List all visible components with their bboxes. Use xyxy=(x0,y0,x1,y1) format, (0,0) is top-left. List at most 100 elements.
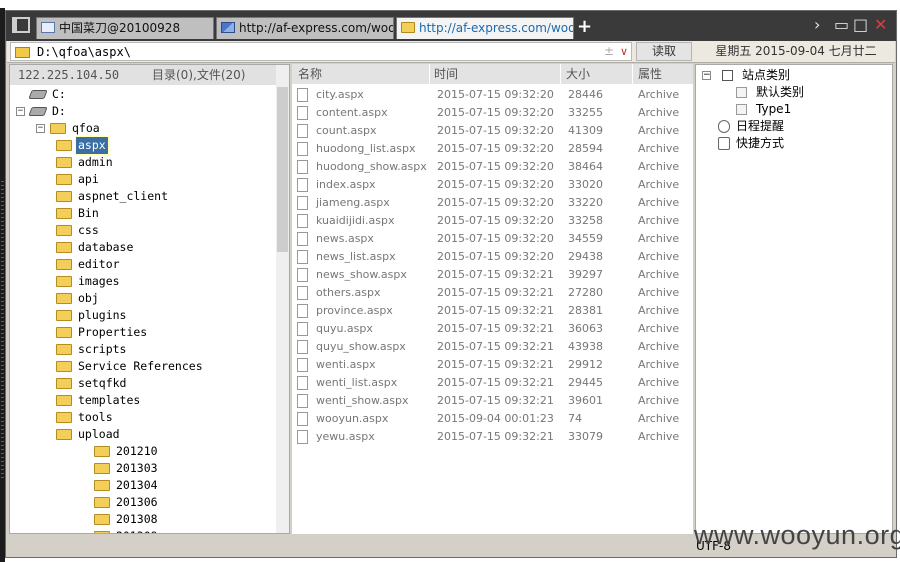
file-name: province.aspx xyxy=(316,304,393,317)
chevron-right-icon[interactable]: › xyxy=(814,15,820,35)
file-icon xyxy=(297,358,308,372)
folder-icon xyxy=(56,327,72,338)
tree-item-label: 201309 xyxy=(114,528,160,533)
tree-item[interactable]: − qfoa xyxy=(10,120,276,137)
tree-item-shortcuts[interactable]: 快捷方式 xyxy=(702,135,882,152)
folder-icon xyxy=(56,242,72,253)
tree-item[interactable]: plugins xyxy=(10,307,276,324)
expand-toggle[interactable]: − xyxy=(36,124,45,133)
drive-icon xyxy=(28,107,48,116)
expand-toggle[interactable]: − xyxy=(16,107,25,116)
tree-item-label: api xyxy=(78,172,99,186)
tree-item[interactable]: images xyxy=(10,273,276,290)
close-button[interactable]: ✕ xyxy=(874,15,887,35)
scrollbar-thumb[interactable] xyxy=(277,87,288,252)
tree-item[interactable]: templates xyxy=(10,392,276,409)
tab-url-1[interactable]: http://af-express.com/wooyu... xyxy=(216,17,394,39)
file-icon xyxy=(297,88,308,102)
folder-icon xyxy=(56,361,72,372)
file-row[interactable]: huodong_show.aspx 2015-07-15 09:32:20 3846… xyxy=(292,158,693,176)
maximize-button[interactable]: □ xyxy=(853,15,868,35)
folder-icon xyxy=(94,497,110,508)
column-attr[interactable]: 属性 xyxy=(638,66,662,82)
file-row[interactable]: others.aspx 2015-07-15 09:32:21 27280 Archi… xyxy=(292,284,693,302)
tree-item[interactable]: − D: xyxy=(10,103,276,120)
file-row[interactable]: huodong_list.aspx 2015-07-15 09:32:20 2859… xyxy=(292,140,693,158)
tree-item-label: obj xyxy=(78,291,99,305)
file-name: content.aspx xyxy=(316,106,388,119)
plus-minus-icon[interactable]: ± xyxy=(604,43,614,60)
tree-item[interactable]: obj xyxy=(10,290,276,307)
tree-item[interactable]: 201303 xyxy=(10,460,276,477)
column-time[interactable]: 时间 xyxy=(434,66,458,82)
tab-main[interactable]: 中国菜刀@20100928 xyxy=(36,17,214,39)
tree-item[interactable]: database xyxy=(10,239,276,256)
file-attr: Archive xyxy=(638,88,680,101)
file-icon xyxy=(297,268,308,282)
file-row[interactable]: news.aspx 2015-07-15 09:32:20 34559 Archive xyxy=(292,230,693,248)
file-row[interactable]: wenti.aspx 2015-07-15 09:32:21 29912 Archiv… xyxy=(292,356,693,374)
clock-icon xyxy=(718,120,730,133)
tree-item-label: images xyxy=(78,274,120,288)
tree-item-default-category[interactable]: 默认类别 xyxy=(702,84,882,101)
minimize-button[interactable]: ▭ xyxy=(834,15,849,35)
window-menu-icon[interactable] xyxy=(12,17,30,33)
file-row[interactable]: count.aspx 2015-07-15 09:32:20 41309 Archiv… xyxy=(292,122,693,140)
tree-item[interactable]: C: xyxy=(10,86,276,103)
tree-item[interactable]: aspx xyxy=(10,136,276,155)
file-row[interactable]: index.aspx 2015-07-15 09:32:20 33020 Archiv… xyxy=(292,176,693,194)
tree-item[interactable]: css xyxy=(10,222,276,239)
tree-item[interactable]: 201306 xyxy=(10,494,276,511)
column-size[interactable]: 大小 xyxy=(566,66,590,82)
collapse-toggle[interactable]: − xyxy=(702,71,711,80)
tree-item-schedule[interactable]: 日程提醒 xyxy=(702,118,882,135)
tree-item[interactable]: Bin xyxy=(10,205,276,222)
tree-scrollbar[interactable] xyxy=(276,65,289,533)
tree-item[interactable]: Service References xyxy=(10,358,276,375)
path-input[interactable]: D:\qfoa\aspx\ ± ∨ xyxy=(10,42,632,61)
tree-item[interactable]: 201308 xyxy=(10,511,276,528)
file-row[interactable]: jiameng.aspx 2015-07-15 09:32:20 33220 Arch… xyxy=(292,194,693,212)
tree-item[interactable]: tools xyxy=(10,409,276,426)
file-size: 28446 xyxy=(568,88,603,101)
file-row[interactable]: content.aspx 2015-07-15 09:32:20 33255 Arch… xyxy=(292,104,693,122)
tree-item[interactable]: 201304 xyxy=(10,477,276,494)
tree-item-label: C: xyxy=(52,87,66,101)
file-row[interactable]: city.aspx 2015-07-15 09:32:20 28446 Archive xyxy=(292,86,693,104)
tree-item-type1[interactable]: Type1 xyxy=(702,101,882,118)
file-row[interactable]: wooyun.aspx 2015-09-04 00:01:23 74 Archive xyxy=(292,410,693,428)
file-name: city.aspx xyxy=(316,88,364,101)
file-row[interactable]: province.aspx 2015-07-15 09:32:21 28381 Arc… xyxy=(292,302,693,320)
new-tab-button[interactable]: + xyxy=(577,16,592,38)
tree-item[interactable]: api xyxy=(10,171,276,188)
file-row[interactable]: yewu.aspx 2015-07-15 09:32:21 33079 Archive xyxy=(292,428,693,446)
file-row[interactable]: quyu_show.aspx 2015-07-15 09:32:21 43938 Ar… xyxy=(292,338,693,356)
tree-item-label: aspnet_client xyxy=(78,189,169,203)
tree-item[interactable]: Properties xyxy=(10,324,276,341)
folder-icon xyxy=(56,276,72,287)
tree-item[interactable]: editor xyxy=(10,256,276,273)
column-name[interactable]: 名称 xyxy=(298,66,322,82)
file-icon xyxy=(297,250,308,264)
tree-item[interactable]: admin xyxy=(10,154,276,171)
file-row[interactable]: wenti_list.aspx 2015-07-15 09:32:21 29445 A… xyxy=(292,374,693,392)
checkbox-icon[interactable] xyxy=(722,70,733,81)
chevron-down-icon[interactable]: ∨ xyxy=(620,43,628,60)
file-attr: Archive xyxy=(638,430,680,443)
read-button[interactable]: 读取 xyxy=(636,42,692,61)
tree-item[interactable]: 201210 xyxy=(10,443,276,460)
file-row[interactable]: news_list.aspx 2015-07-15 09:32:20 29438 Ar… xyxy=(292,248,693,266)
tree-item-site-category[interactable]: − 站点类别 xyxy=(702,67,882,84)
tree-item[interactable]: setqfkd xyxy=(10,375,276,392)
tree-item[interactable]: aspnet_client xyxy=(10,188,276,205)
file-icon xyxy=(297,322,308,336)
file-attr: Archive xyxy=(638,376,680,389)
file-row[interactable]: wenti_show.aspx 2015-07-15 09:32:21 39601 A… xyxy=(292,392,693,410)
tree-item[interactable]: 201309 xyxy=(10,528,276,533)
file-row[interactable]: news_show.aspx 2015-07-15 09:32:21 39297 Ar… xyxy=(292,266,693,284)
tree-item[interactable]: −upload xyxy=(10,426,276,443)
tab-url-2[interactable]: http://af-express.com/wooyu... xyxy=(396,17,574,39)
file-row[interactable]: kuaidijidi.aspx 2015-07-15 09:32:20 33258 A… xyxy=(292,212,693,230)
file-row[interactable]: quyu.aspx 2015-07-15 09:32:21 36063 Archive xyxy=(292,320,693,338)
tree-item[interactable]: scripts xyxy=(10,341,276,358)
